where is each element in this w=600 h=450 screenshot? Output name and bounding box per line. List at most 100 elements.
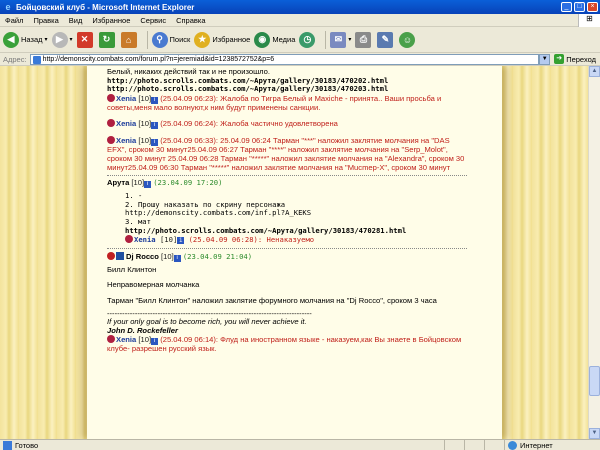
address-input[interactable]: http://demonscity.combats.com/forum.pl?n… xyxy=(29,53,540,65)
home-button[interactable]: ⌂ xyxy=(120,31,139,48)
search-icon: ⚲ xyxy=(151,31,168,48)
user-level: [10] xyxy=(138,136,152,146)
moderator-reply: Xenia [10] i (25.04.09 06:23): Жалоба по … xyxy=(107,93,467,113)
reply-text: Жалоба по Тигра Белый и Maxiche - принят… xyxy=(107,93,442,112)
forum-thread: Белый, никаких действий так и не произош… xyxy=(107,67,467,354)
back-button[interactable]: ◀ Назад ▾ xyxy=(3,31,48,48)
moderator-name[interactable]: Xenia xyxy=(116,335,136,344)
user-level: [10] xyxy=(161,251,174,261)
reply-time: (25.04.09 06:33): xyxy=(160,136,219,146)
status-text: Готово xyxy=(15,440,39,450)
scroll-up-button[interactable]: ▲ xyxy=(589,66,600,77)
globe-icon xyxy=(508,440,517,450)
info-icon[interactable]: i xyxy=(144,181,152,189)
maximize-button[interactable]: □ xyxy=(574,2,585,12)
post-timestamp: (23.04.09 17:20) xyxy=(153,178,223,188)
post-timestamp: (23.04.09 21:04) xyxy=(182,251,253,261)
user-level: [10] xyxy=(138,335,152,345)
favorites-button[interactable]: ★ Избранное xyxy=(194,31,250,48)
media-icon: ◉ xyxy=(254,31,271,48)
messenger-icon: ☺ xyxy=(399,31,416,48)
post-author[interactable]: Dj Rocco xyxy=(126,252,159,261)
forward-arrow-icon: ▶ xyxy=(51,31,68,48)
minimize-button[interactable]: _ xyxy=(561,2,572,12)
moderator-name[interactable]: Xenia xyxy=(134,235,156,244)
go-arrow-icon: ➜ xyxy=(554,54,565,64)
close-button[interactable]: × xyxy=(587,2,598,12)
info-icon[interactable]: i xyxy=(177,237,185,245)
moderator-name[interactable]: Xenia xyxy=(116,136,136,146)
reply-time: (25.04.09 06:23): xyxy=(160,93,219,103)
page-done-icon xyxy=(3,440,12,450)
print-button[interactable]: ⎙ xyxy=(355,31,373,48)
moderator-badge-icon xyxy=(107,119,115,128)
edit-icon: ✎ xyxy=(377,31,394,48)
mail-button[interactable]: ✉ ▾ xyxy=(330,31,351,48)
moderator-badge-icon xyxy=(107,136,115,145)
scroll-thumb[interactable] xyxy=(589,366,600,396)
menu-favorites[interactable]: Избранное xyxy=(87,16,135,25)
post-line: Тарман "Билл Клинтон" наложил заклятие ф… xyxy=(107,295,437,305)
home-icon: ⌂ xyxy=(120,31,137,48)
ie-icon: e xyxy=(5,2,11,12)
refresh-button[interactable]: ↻ xyxy=(98,31,117,48)
menu-help[interactable]: Справка xyxy=(171,16,210,25)
toolbar-divider xyxy=(146,30,148,49)
forward-button[interactable]: ▶ ▾ xyxy=(51,31,73,48)
window-title-bar: e Бойцовский клуб - Microsoft Internet E… xyxy=(0,0,600,14)
gallery-link[interactable]: http://photo.scrolls.combats.com/~Apyтa/… xyxy=(125,226,467,236)
status-bar: Готово Интернет xyxy=(0,439,600,450)
moderator-reply: Xenia [10] i (25.04.09 06:28): Ненаказуем… xyxy=(125,235,467,245)
stop-button[interactable]: ✕ xyxy=(76,31,95,48)
media-label: Медиа xyxy=(272,35,296,44)
reply-text: Жалоба частично удовлетворена xyxy=(220,119,338,129)
chevron-down-icon: ▾ xyxy=(69,37,73,43)
post-line: Билл Клинтон xyxy=(107,264,157,274)
address-bar: Адрес: http://demonscity.combats.com/for… xyxy=(0,53,600,66)
moderator-reply: Xenia [10] i (25.04.09 06:33): 25.04.09 0… xyxy=(107,136,467,172)
menu-file[interactable]: Файл xyxy=(0,16,28,25)
print-icon: ⎙ xyxy=(355,31,372,48)
user-level: [10] xyxy=(131,178,145,188)
reply-time: (25.04.09 06:28): xyxy=(188,235,263,245)
search-button[interactable]: ⚲ Поиск xyxy=(151,31,190,48)
signature-author: John D. Rockefeller xyxy=(107,325,178,335)
moderator-badge-icon xyxy=(107,93,115,102)
post-header: Apyтa [10] i (23.04.09 17:20) xyxy=(107,178,467,189)
gallery-link[interactable]: http://photo.scrolls.combats.com/~Apyтa/… xyxy=(107,85,467,94)
user-level: [10] xyxy=(138,119,152,129)
info-icon[interactable]: i xyxy=(151,122,159,130)
history-button[interactable]: ◷ xyxy=(299,31,317,48)
edit-button[interactable]: ✎ xyxy=(377,31,395,48)
clan-icon xyxy=(116,251,124,260)
media-button[interactable]: ◉ Медиа xyxy=(254,31,296,48)
menu-edit[interactable]: Правка xyxy=(28,16,63,25)
star-icon: ★ xyxy=(194,31,211,48)
vertical-scrollbar[interactable]: ▲ ▼ xyxy=(588,66,600,439)
moderator-name[interactable]: Xenia xyxy=(116,119,136,129)
profile-link[interactable]: http://demonscity.combats.com/inf.pl?A_K… xyxy=(125,209,467,218)
post-body: 1. - 2. Прошу наказать по скрину персона… xyxy=(107,192,467,245)
post-divider xyxy=(107,175,467,177)
page-icon xyxy=(32,55,41,64)
toolbar-divider xyxy=(325,30,327,49)
history-icon: ◷ xyxy=(299,31,316,48)
moderator-name[interactable]: Xenia xyxy=(116,94,136,103)
address-label: Адрес: xyxy=(3,54,27,64)
go-button[interactable]: ➜ Переход xyxy=(550,54,600,64)
scroll-down-button[interactable]: ▼ xyxy=(589,428,600,439)
messenger-button[interactable]: ☺ xyxy=(399,31,417,48)
address-dropdown-icon[interactable]: ▼ xyxy=(539,53,551,65)
reply-time: (25.04.09 06:24): xyxy=(160,119,219,129)
menu-tools[interactable]: Сервис xyxy=(135,16,171,25)
info-icon[interactable]: i xyxy=(173,254,181,262)
mail-icon: ✉ xyxy=(330,31,347,48)
post-line: Неправомерная молчанка xyxy=(107,280,200,290)
windows-logo-icon: ⊞ xyxy=(578,13,600,27)
page-viewport[interactable]: Белый, никаких действий так и не произош… xyxy=(0,66,600,439)
post-header: Dj Rocco [10] i (23.04.09 21:04) xyxy=(107,251,467,262)
menu-view[interactable]: Вид xyxy=(64,16,88,25)
reply-time: (25.04.09 06:14): xyxy=(160,335,219,345)
post-author[interactable]: Apyтa xyxy=(107,178,129,187)
